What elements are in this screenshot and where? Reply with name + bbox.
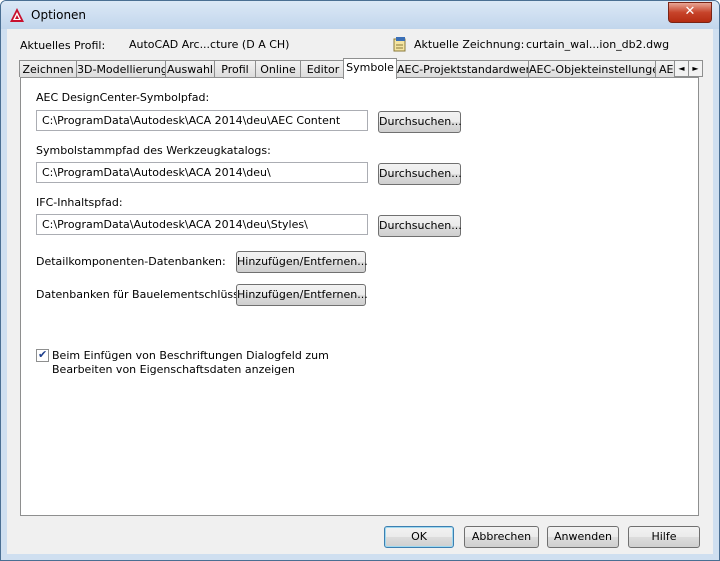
ifc-browse-button[interactable]: Durchsuchen... — [378, 215, 462, 237]
tab-auswahl[interactable]: Auswahl — [165, 60, 215, 77]
window-title: Optionen — [31, 8, 87, 22]
symbole-panel: AEC DesignCenter-Symbolpfad: C:\ProgramD… — [20, 77, 699, 516]
autocad-app-icon — [10, 8, 24, 22]
tab-symbole[interactable]: Symbole — [343, 58, 397, 79]
checkmark-icon: ✔ — [38, 348, 48, 361]
tab-online[interactable]: Online — [255, 60, 301, 77]
close-icon: ✕ — [684, 4, 696, 19]
current-profile-value: AutoCAD Arc...cture (D A CH) — [129, 38, 290, 51]
drawing-icon — [393, 37, 406, 52]
arrow-left-icon: ◄ — [678, 64, 685, 73]
keynote-db-add-remove-button[interactable]: Hinzufügen/Entfernen... — [236, 284, 368, 306]
arrow-right-icon: ► — [692, 64, 699, 73]
close-button[interactable]: ✕ — [668, 2, 712, 23]
dialog-client-area: Aktuelles Profil: AutoCAD Arc...cture (D… — [7, 29, 713, 554]
designcenter-path-label: AEC DesignCenter-Symbolpfad: — [36, 91, 210, 104]
options-dialog: Optionen ✕ Aktuelles Profil: AutoCAD Arc… — [0, 0, 720, 561]
tab-scroll-right-button[interactable]: ► — [688, 60, 703, 77]
catalog-path-label: Symbolstammpfad des Werkzeugkatalogs: — [36, 144, 271, 157]
catalog-browse-button[interactable]: Durchsuchen... — [378, 163, 462, 185]
detail-db-add-remove-button[interactable]: Hinzufügen/Entfernen... — [236, 251, 368, 273]
edit-property-data-label[interactable]: Beim Einfügen von Beschriftungen Dialogf… — [52, 349, 392, 377]
edit-property-data-checkbox[interactable]: ✔ — [36, 348, 49, 362]
tab-zeichnen[interactable]: Zeichnen — [19, 60, 77, 77]
catalog-path-input[interactable]: C:\ProgramData\Autodesk\ACA 2014\deu\ — [36, 162, 368, 183]
detail-db-label: Detailkomponenten-Datenbanken: — [36, 255, 226, 268]
help-button[interactable]: Hilfe — [628, 526, 700, 548]
current-profile-label: Aktuelles Profil: — [20, 39, 106, 52]
tab-aec-projektstandardwerte[interactable]: AEC-Projektstandardwerte — [396, 60, 541, 77]
apply-button[interactable]: Anwenden — [547, 526, 619, 548]
keynote-db-label: Datenbanken für Bauelementschlüssel: — [36, 288, 253, 301]
current-drawing-value: curtain_wal...ion_db2.dwg — [526, 38, 670, 51]
designcenter-path-input[interactable]: C:\ProgramData\Autodesk\ACA 2014\deu\AEC… — [36, 110, 368, 131]
tab-3d-modellierung[interactable]: 3D-Modellierung — [76, 60, 168, 77]
cancel-button[interactable]: Abbrechen — [464, 526, 539, 548]
tab-editor[interactable]: Editor — [300, 60, 346, 77]
tab-profil[interactable]: Profil — [214, 60, 256, 77]
current-drawing-label: Aktuelle Zeichnung: — [414, 38, 525, 51]
ifc-path-label: IFC-Inhaltspfad: — [36, 196, 123, 209]
profile-row: Aktuelles Profil: AutoCAD Arc...cture (D… — [7, 29, 713, 57]
tab-strip: Zeichnen 3D-Modellierung Auswahl Profil … — [19, 58, 703, 79]
tab-scroll-left-button[interactable]: ◄ — [674, 60, 689, 77]
designcenter-browse-button[interactable]: Durchsuchen... — [378, 111, 462, 133]
title-bar[interactable]: Optionen ✕ — [1, 1, 719, 29]
ok-button[interactable]: OK — [384, 526, 454, 548]
ifc-path-input[interactable]: C:\ProgramData\Autodesk\ACA 2014\deu\Sty… — [36, 214, 368, 235]
tab-aec-objekteinstellungen[interactable]: AEC-Objekteinstellungen — [528, 60, 666, 77]
